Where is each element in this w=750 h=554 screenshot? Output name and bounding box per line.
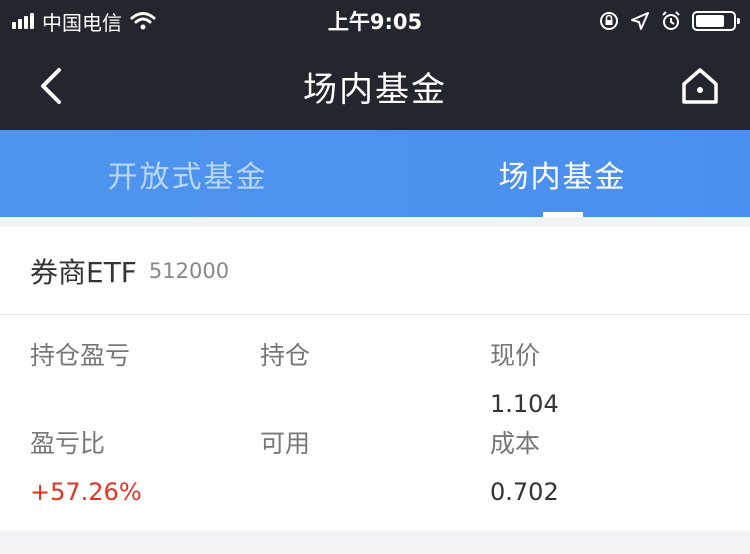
status-bar: 中国电信 上午9:05 (0, 0, 750, 42)
back-arrow-icon (41, 68, 61, 104)
app-header: 中国电信 上午9:05 场内基金 (0, 0, 750, 130)
tab-bar: 开放式基金 场内基金 (0, 130, 750, 217)
stat-value (260, 478, 490, 504)
nav-bar: 场内基金 (0, 42, 750, 130)
stat-available: 可用 (260, 424, 490, 504)
fund-code: 512000 (148, 258, 230, 283)
fund-card[interactable]: 券商ETF 512000 持仓盈亏 持仓 现价 1.104 盈亏比 +57.26… (0, 227, 750, 531)
back-button[interactable] (28, 62, 76, 110)
stat-label: 可用 (260, 429, 311, 458)
stat-value: +57.26% (30, 478, 142, 506)
stat-pnl-ratio: 盈亏比 +57.26% (30, 424, 260, 506)
fund-name: 券商ETF (30, 255, 137, 289)
stat-value: 0.702 (490, 478, 559, 506)
stat-label: 盈亏比 (30, 429, 106, 458)
tab-label: 场内基金 (498, 159, 627, 195)
stat-value (30, 390, 260, 416)
page-title: 场内基金 (303, 69, 447, 110)
status-right (598, 10, 740, 32)
stat-label: 成本 (490, 429, 541, 458)
tab-exchange-fund[interactable]: 场内基金 (375, 130, 750, 217)
fund-header: 券商ETF 512000 (0, 227, 750, 315)
stat-value: 1.104 (490, 390, 559, 418)
lock-rotation-icon (600, 12, 618, 30)
home-button[interactable] (676, 62, 724, 110)
stat-value (260, 390, 490, 416)
stat-label: 现价 (490, 341, 541, 370)
alarm-icon (662, 11, 680, 30)
stat-current-price: 现价 1.104 (490, 336, 720, 418)
active-tab-indicator (542, 212, 583, 217)
stat-label: 持仓盈亏 (30, 341, 131, 370)
stat-holding-pnl: 持仓盈亏 (30, 336, 260, 416)
location-icon (631, 12, 649, 30)
battery-icon (692, 11, 740, 31)
tab-open-end-fund[interactable]: 开放式基金 (0, 130, 375, 217)
stat-label: 持仓 (260, 341, 311, 370)
tab-label: 开放式基金 (107, 159, 268, 195)
stat-cost: 成本 0.702 (490, 424, 720, 506)
stat-position: 持仓 (260, 336, 490, 416)
home-icon (682, 68, 718, 104)
